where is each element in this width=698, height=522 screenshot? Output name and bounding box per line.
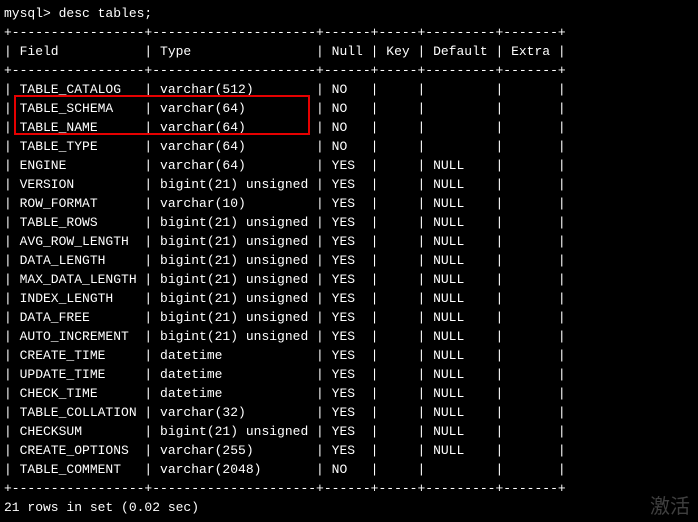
table-row: | TABLE_NAME | varchar(64) | NO | | | |: [4, 118, 698, 137]
table-row: | DATA_LENGTH | bigint(21) unsigned | YE…: [4, 251, 698, 270]
table-row: | VERSION | bigint(21) unsigned | YES | …: [4, 175, 698, 194]
table-row: | CREATE_TIME | datetime | YES | | NULL …: [4, 346, 698, 365]
table-row: | TABLE_ROWS | bigint(21) unsigned | YES…: [4, 213, 698, 232]
table-row: | CHECK_TIME | datetime | YES | | NULL |…: [4, 384, 698, 403]
table-row: | TABLE_TYPE | varchar(64) | NO | | | |: [4, 137, 698, 156]
table-row: | ROW_FORMAT | varchar(10) | YES | | NUL…: [4, 194, 698, 213]
rows-container: | TABLE_CATALOG | varchar(512) | NO | | …: [4, 80, 698, 479]
table-row: | INDEX_LENGTH | bigint(21) unsigned | Y…: [4, 289, 698, 308]
table-row: | MAX_DATA_LENGTH | bigint(21) unsigned …: [4, 270, 698, 289]
table-row: | AUTO_INCREMENT | bigint(21) unsigned |…: [4, 327, 698, 346]
table-row: | ENGINE | varchar(64) | YES | | NULL | …: [4, 156, 698, 175]
result-footer: 21 rows in set (0.02 sec): [4, 498, 698, 517]
table-row: | TABLE_COLLATION | varchar(32) | YES | …: [4, 403, 698, 422]
table-row: | TABLE_SCHEMA | varchar(64) | NO | | | …: [4, 99, 698, 118]
table-row: | DATA_FREE | bigint(21) unsigned | YES …: [4, 308, 698, 327]
table-row: | TABLE_CATALOG | varchar(512) | NO | | …: [4, 80, 698, 99]
table-row: | TABLE_COMMENT | varchar(2048) | NO | |…: [4, 460, 698, 479]
table-row: | AVG_ROW_LENGTH | bigint(21) unsigned |…: [4, 232, 698, 251]
mysql-prompt[interactable]: mysql> desc tables;: [4, 4, 698, 23]
table-bottom-border: +-----------------+---------------------…: [4, 479, 698, 498]
table-row: | CREATE_OPTIONS | varchar(255) | YES | …: [4, 441, 698, 460]
header-row: | Field | Type | Null | Key | Default | …: [4, 42, 698, 61]
table-header-sep: +-----------------+---------------------…: [4, 61, 698, 80]
table-top-border: +-----------------+---------------------…: [4, 23, 698, 42]
table-row: | CHECKSUM | bigint(21) unsigned | YES |…: [4, 422, 698, 441]
table-row: | UPDATE_TIME | datetime | YES | | NULL …: [4, 365, 698, 384]
